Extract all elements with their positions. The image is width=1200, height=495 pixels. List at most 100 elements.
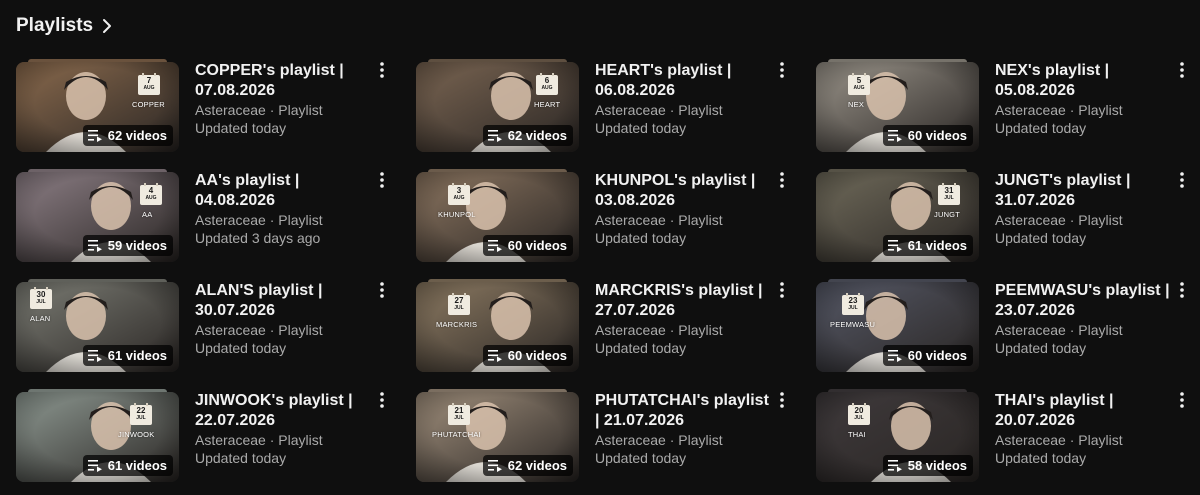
channel-name[interactable]: Asteraceae [195,322,266,338]
playlist-title[interactable]: MARCKRIS's playlist | 27.07.2026 [595,281,775,320]
cover-image[interactable]: 20 JUL THAI 58 videos [816,392,979,482]
playlist-thumbnail[interactable]: 4 AUG AA 59 videos [16,167,179,262]
video-count-badge: 61 videos [882,235,973,256]
playlist-card[interactable]: 4 AUG AA 59 videos AA's playlist | 04.08… [16,167,401,262]
updated-status: Updated today [995,450,1087,466]
playlist-card[interactable]: 20 JUL THAI 58 videos THAI's playlist | … [816,387,1200,482]
more-options-icon[interactable] [374,281,390,299]
playlist-card[interactable]: 6 AUG HEART 62 videos HEART's playlist |… [416,57,801,152]
channel-name[interactable]: Asteraceae [595,322,666,338]
cover-image[interactable]: 5 AUG NEX 60 videos [816,62,979,152]
playlist-thumbnail[interactable]: 6 AUG HEART 62 videos [416,57,579,152]
cover-image[interactable]: 21 JUL PHUTATCHAI 62 videos [416,392,579,482]
playlist-card[interactable]: 3 AUG KHUNPOL 60 videos KHUNPOL's playli… [416,167,801,262]
playlist-title[interactable]: PHUTATCHAI's playlist | 21.07.2026 [595,391,775,430]
cover-image[interactable]: 30 JUL ALAN 61 videos [16,282,179,372]
playlist-icon [887,350,902,362]
playlist-thumbnail[interactable]: 30 JUL ALAN 61 videos [16,277,179,372]
video-count-badge: 58 videos [882,455,973,476]
playlist-title[interactable]: PEEMWASU's playlist | 23.07.2026 [995,281,1175,320]
playlist-title[interactable]: AA's playlist | 04.08.2026 [195,171,375,210]
channel-name[interactable]: Asteraceae [195,102,266,118]
playlist-title[interactable]: JUNGT's playlist | 31.07.2026 [995,171,1175,210]
more-options-icon[interactable] [374,171,390,189]
chevron-right-icon[interactable] [101,18,113,34]
calendar-date-tag: 21 JUL [448,403,470,425]
cover-image[interactable]: 23 JUL PEEMWASU 60 videos [816,282,979,372]
channel-name[interactable]: Asteraceae [995,212,1066,228]
playlist-thumbnail[interactable]: 23 JUL PEEMWASU 60 videos [816,277,979,372]
playlist-info: AA's playlist | 04.08.2026 Asteraceae · … [195,171,375,247]
playlist-card[interactable]: 21 JUL PHUTATCHAI 62 videos PHUTATCHAI's… [416,387,801,482]
channel-line: Asteraceae · Playlist [995,211,1175,229]
channel-name[interactable]: Asteraceae [195,432,266,448]
video-count-badge: 59 videos [82,235,173,256]
playlist-title[interactable]: KHUNPOL's playlist | 03.08.2026 [595,171,775,210]
playlist-thumbnail[interactable]: 5 AUG NEX 60 videos [816,57,979,152]
playlist-title[interactable]: COPPER's playlist | 07.08.2026 [195,61,375,100]
more-options-icon[interactable] [774,171,790,189]
more-options-icon[interactable] [1174,61,1190,79]
cover-image[interactable]: 7 AUG COPPER 62 videos [16,62,179,152]
channel-line: Asteraceae · Playlist [595,211,775,229]
video-count-badge: 62 videos [82,125,173,146]
more-options-icon[interactable] [1174,281,1190,299]
video-count: 60 videos [907,128,967,143]
calendar-month: AUG [541,85,553,91]
more-options-icon[interactable] [374,61,390,79]
cover-image[interactable]: 3 AUG KHUNPOL 60 videos [416,172,579,262]
channel-name[interactable]: Asteraceae [995,432,1066,448]
playlist-meta: Asteraceae · Playlist Updated today [195,321,375,357]
playlist-title[interactable]: ALAN'S playlist | 30.07.2026 [195,281,375,320]
playlist-card[interactable]: 31 JUL JUNGT 61 videos JUNGT's playlist … [816,167,1200,262]
channel-line: Asteraceae · Playlist [595,321,775,339]
playlist-thumbnail[interactable]: 22 JUL JINWOOK 61 videos [16,387,179,482]
playlist-title[interactable]: JINWOOK's playlist | 22.07.2026 [195,391,375,430]
more-options-icon[interactable] [774,391,790,409]
item-type: Playlist [1078,432,1123,448]
item-type: Playlist [678,432,723,448]
channel-name[interactable]: Asteraceae [595,432,666,448]
playlist-thumbnail[interactable]: 31 JUL JUNGT 61 videos [816,167,979,262]
playlist-title[interactable]: THAI's playlist | 20.07.2026 [995,391,1175,430]
channel-line: Asteraceae · Playlist [995,321,1175,339]
channel-line: Asteraceae · Playlist [995,431,1175,449]
channel-name[interactable]: Asteraceae [595,212,666,228]
playlist-info: KHUNPOL's playlist | 03.08.2026 Asterace… [595,171,775,247]
playlist-card[interactable]: 22 JUL JINWOOK 61 videos JINWOOK's playl… [16,387,401,482]
video-count: 61 videos [107,458,167,473]
video-count-badge: 60 videos [882,345,973,366]
more-options-icon[interactable] [774,281,790,299]
playlist-thumbnail[interactable]: 20 JUL THAI 58 videos [816,387,979,482]
more-options-icon[interactable] [774,61,790,79]
channel-line: Asteraceae · Playlist [195,431,375,449]
channel-name[interactable]: Asteraceae [995,102,1066,118]
channel-name[interactable]: Asteraceae [595,102,666,118]
calendar-month: AUG [853,85,865,91]
channel-name[interactable]: Asteraceae [995,322,1066,338]
cover-image[interactable]: 6 AUG HEART 62 videos [416,62,579,152]
cover-name-label: THAI [848,430,866,439]
cover-image[interactable]: 22 JUL JINWOOK 61 videos [16,392,179,482]
channel-name[interactable]: Asteraceae [195,212,266,228]
more-options-icon[interactable] [1174,171,1190,189]
cover-image[interactable]: 4 AUG AA 59 videos [16,172,179,262]
playlist-thumbnail[interactable]: 3 AUG KHUNPOL 60 videos [416,167,579,262]
playlist-card[interactable]: 30 JUL ALAN 61 videos ALAN'S playlist | … [16,277,401,372]
playlist-card[interactable]: 7 AUG COPPER 62 videos COPPER's playlist… [16,57,401,152]
playlist-thumbnail[interactable]: 7 AUG COPPER 62 videos [16,57,179,152]
playlists-section-header[interactable]: Playlists [16,12,113,40]
playlist-card[interactable]: 5 AUG NEX 60 videos NEX's playlist | 05.… [816,57,1200,152]
cover-image[interactable]: 27 JUL MARCKRIS 60 videos [416,282,579,372]
cover-image[interactable]: 31 JUL JUNGT 61 videos [816,172,979,262]
more-options-icon[interactable] [1174,391,1190,409]
playlist-title[interactable]: HEART's playlist | 06.08.2026 [595,61,775,100]
channel-line: Asteraceae · Playlist [195,101,375,119]
playlist-thumbnail[interactable]: 27 JUL MARCKRIS 60 videos [416,277,579,372]
playlist-title[interactable]: NEX's playlist | 05.08.2026 [995,61,1175,100]
playlist-thumbnail[interactable]: 21 JUL PHUTATCHAI 62 videos [416,387,579,482]
section-title[interactable]: Playlists [16,15,93,37]
playlist-card[interactable]: 23 JUL PEEMWASU 60 videos PEEMWASU's pla… [816,277,1200,372]
playlist-card[interactable]: 27 JUL MARCKRIS 60 videos MARCKRIS's pla… [416,277,801,372]
more-options-icon[interactable] [374,391,390,409]
